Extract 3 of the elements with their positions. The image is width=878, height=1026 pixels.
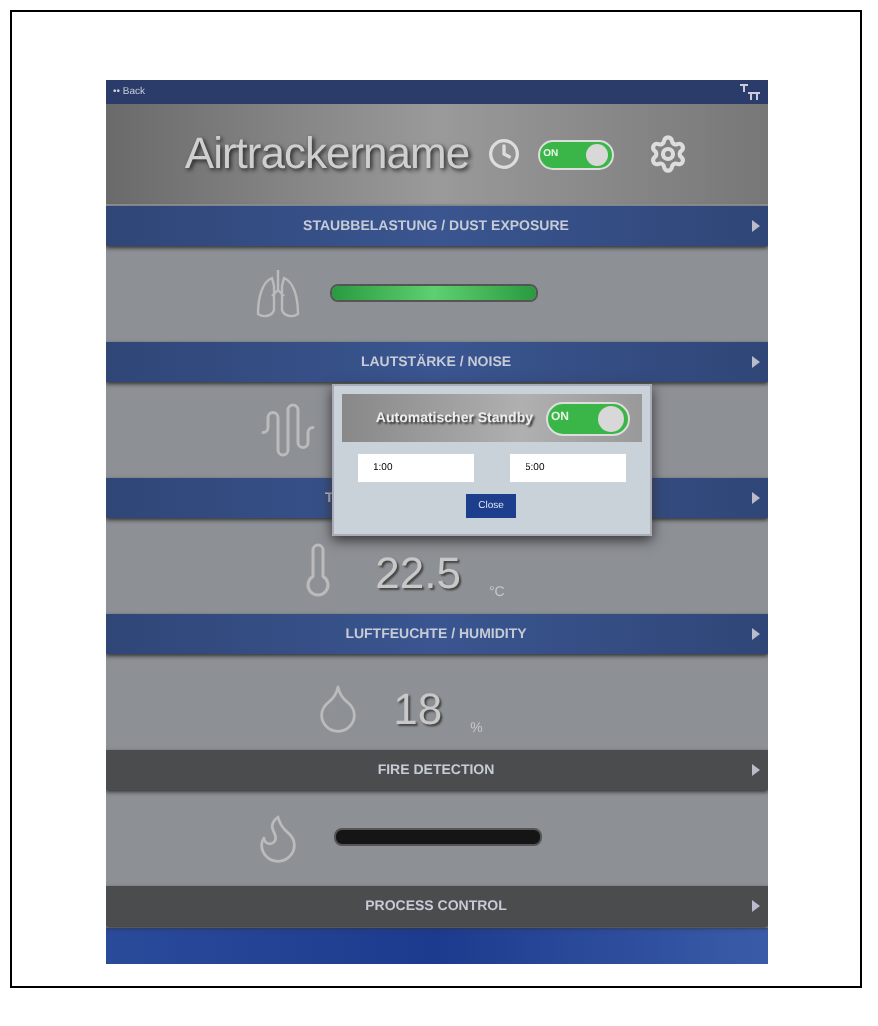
reading-value: 18	[393, 684, 443, 736]
reading-value: 22.5	[375, 548, 461, 600]
device-name: Airtrackername	[184, 128, 470, 180]
